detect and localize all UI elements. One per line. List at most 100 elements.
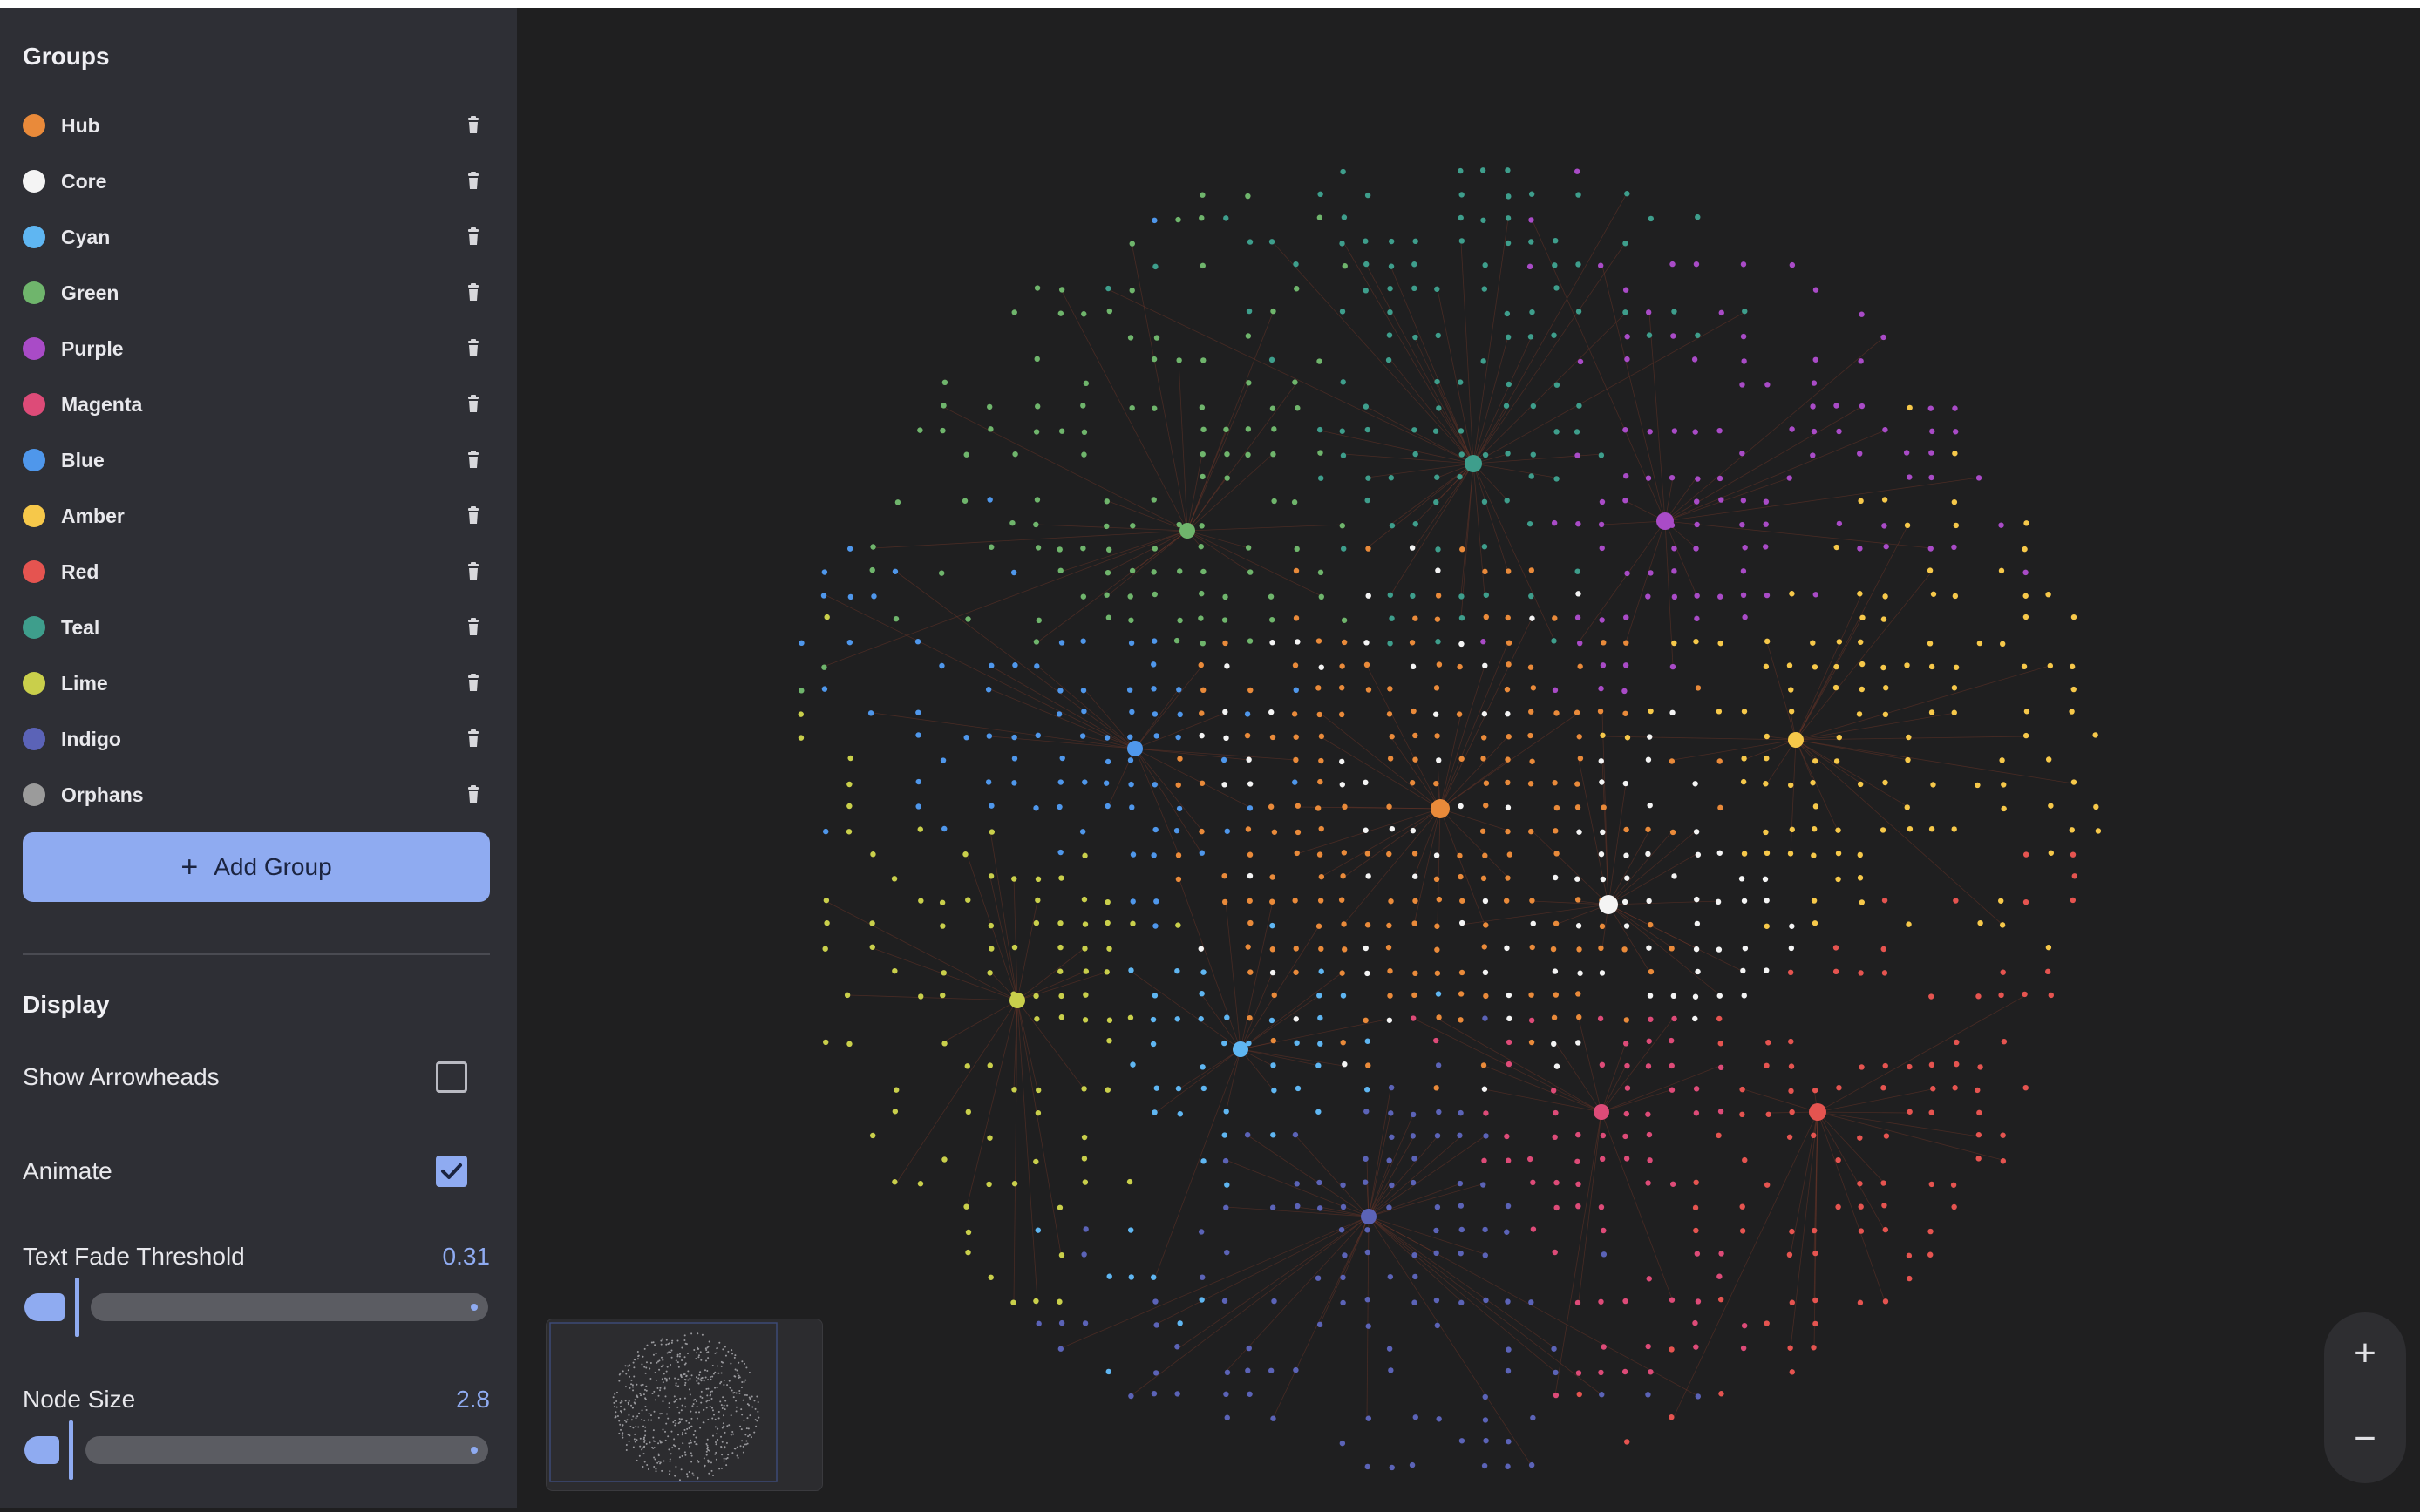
animate-checkbox[interactable] <box>436 1156 467 1187</box>
group-row-indigo[interactable]: Indigo <box>23 711 485 767</box>
graph-node <box>1928 709 1935 715</box>
group-row-blue[interactable]: Blue <box>23 432 485 488</box>
graph-canvas[interactable] <box>517 8 2420 1508</box>
graph-node <box>1505 875 1511 881</box>
group-color-swatch[interactable] <box>23 114 45 137</box>
zoom-in-button[interactable]: + <box>2324 1312 2406 1394</box>
group-row-cyan[interactable]: Cyan <box>23 209 485 265</box>
minimap-node <box>664 1439 667 1441</box>
group-row-red[interactable]: Red <box>23 544 485 600</box>
graph-node <box>1080 545 1086 552</box>
trash-icon[interactable] <box>462 281 485 304</box>
group-color-swatch[interactable] <box>23 672 45 695</box>
graph-node <box>1692 1319 1698 1326</box>
text-fade-label: Text Fade Threshold <box>23 1243 245 1270</box>
graph-node <box>1695 1393 1702 1400</box>
group-row-magenta[interactable]: Magenta <box>23 376 485 432</box>
minimap-node <box>657 1460 660 1462</box>
graph-node <box>1223 735 1229 742</box>
group-color-swatch[interactable] <box>23 449 45 471</box>
minimap-node <box>710 1397 713 1400</box>
graph-node <box>1506 734 1512 740</box>
trash-icon[interactable] <box>462 672 485 695</box>
graph-node <box>1153 335 1160 341</box>
group-color-swatch[interactable] <box>23 337 45 360</box>
graph-node <box>1574 614 1581 620</box>
group-row-core[interactable]: Core <box>23 153 485 209</box>
trash-icon[interactable] <box>462 114 485 137</box>
show-arrowheads-checkbox[interactable] <box>436 1061 467 1093</box>
group-row-amber[interactable]: Amber <box>23 488 485 544</box>
minimap-node <box>744 1379 747 1381</box>
graph-node <box>1150 1016 1157 1023</box>
group-color-swatch[interactable] <box>23 281 45 304</box>
graph-node <box>1318 664 1324 670</box>
group-row-green[interactable]: Green <box>23 265 485 321</box>
group-color-swatch[interactable] <box>23 728 45 750</box>
graph-node <box>1741 851 1748 857</box>
trash-icon[interactable] <box>462 505 485 527</box>
group-row-lime[interactable]: Lime <box>23 655 485 711</box>
trash-icon[interactable] <box>462 170 485 193</box>
minimap-node <box>684 1381 687 1384</box>
graph-node <box>1530 403 1537 410</box>
graph-node <box>1433 852 1440 858</box>
group-color-swatch[interactable] <box>23 170 45 193</box>
graph-node <box>1363 1109 1370 1115</box>
zoom-out-button[interactable]: − <box>2324 1398 2406 1480</box>
group-color-swatch[interactable] <box>23 616 45 639</box>
trash-icon[interactable] <box>462 226 485 248</box>
graph-node <box>985 779 992 785</box>
graph-node <box>1833 663 1839 670</box>
trash-icon[interactable] <box>462 337 485 360</box>
graph-node <box>1575 1203 1581 1210</box>
group-color-swatch[interactable] <box>23 560 45 583</box>
trash-icon[interactable] <box>462 560 485 583</box>
minimap-node <box>638 1412 641 1414</box>
graph-node <box>1293 567 1300 574</box>
graph-node <box>1365 687 1372 693</box>
group-row-teal[interactable]: Teal <box>23 600 485 655</box>
group-row-hub[interactable]: Hub <box>23 98 485 153</box>
group-color-swatch[interactable] <box>23 226 45 248</box>
minimap[interactable] <box>546 1319 823 1491</box>
trash-icon[interactable] <box>462 728 485 750</box>
slider-thumb[interactable] <box>69 1420 73 1480</box>
graph-node <box>964 1063 970 1069</box>
group-row-purple[interactable]: Purple <box>23 321 485 376</box>
graph-node <box>1341 921 1347 927</box>
graph-node <box>1104 498 1110 505</box>
trash-icon[interactable] <box>462 783 485 806</box>
node-size-slider[interactable] <box>23 1420 490 1480</box>
graph-node <box>987 970 993 976</box>
graph-edge <box>1154 1216 1370 1326</box>
graph-node <box>1293 687 1299 694</box>
slider-thumb[interactable] <box>75 1278 79 1337</box>
graph-node <box>1953 664 1960 670</box>
minimap-node <box>627 1369 629 1372</box>
trash-icon[interactable] <box>462 393 485 416</box>
group-color-swatch[interactable] <box>23 783 45 806</box>
group-row-orphans[interactable]: Orphans <box>23 767 485 823</box>
graph-node <box>1245 545 1252 551</box>
minimap-node <box>714 1418 717 1420</box>
graph-node <box>1882 779 1888 786</box>
graph-node <box>1411 285 1417 292</box>
text-fade-slider[interactable] <box>23 1278 490 1337</box>
graph-node <box>1530 685 1537 691</box>
trash-icon[interactable] <box>462 616 485 639</box>
trash-icon[interactable] <box>462 449 485 471</box>
graph-node <box>1669 1062 1675 1069</box>
minimap-node <box>643 1419 646 1421</box>
minimap-node <box>700 1359 703 1361</box>
window-top-bar <box>0 0 2420 8</box>
group-color-swatch[interactable] <box>23 505 45 527</box>
minimap-node <box>750 1436 752 1439</box>
group-color-swatch[interactable] <box>23 393 45 416</box>
graph-svg[interactable] <box>517 8 2420 1508</box>
add-group-button[interactable]: + Add Group <box>23 832 490 902</box>
graph-edge <box>1186 530 1250 573</box>
graph-node <box>1575 1040 1581 1046</box>
graph-node <box>1223 1391 1229 1398</box>
slider-track <box>91 1293 488 1321</box>
